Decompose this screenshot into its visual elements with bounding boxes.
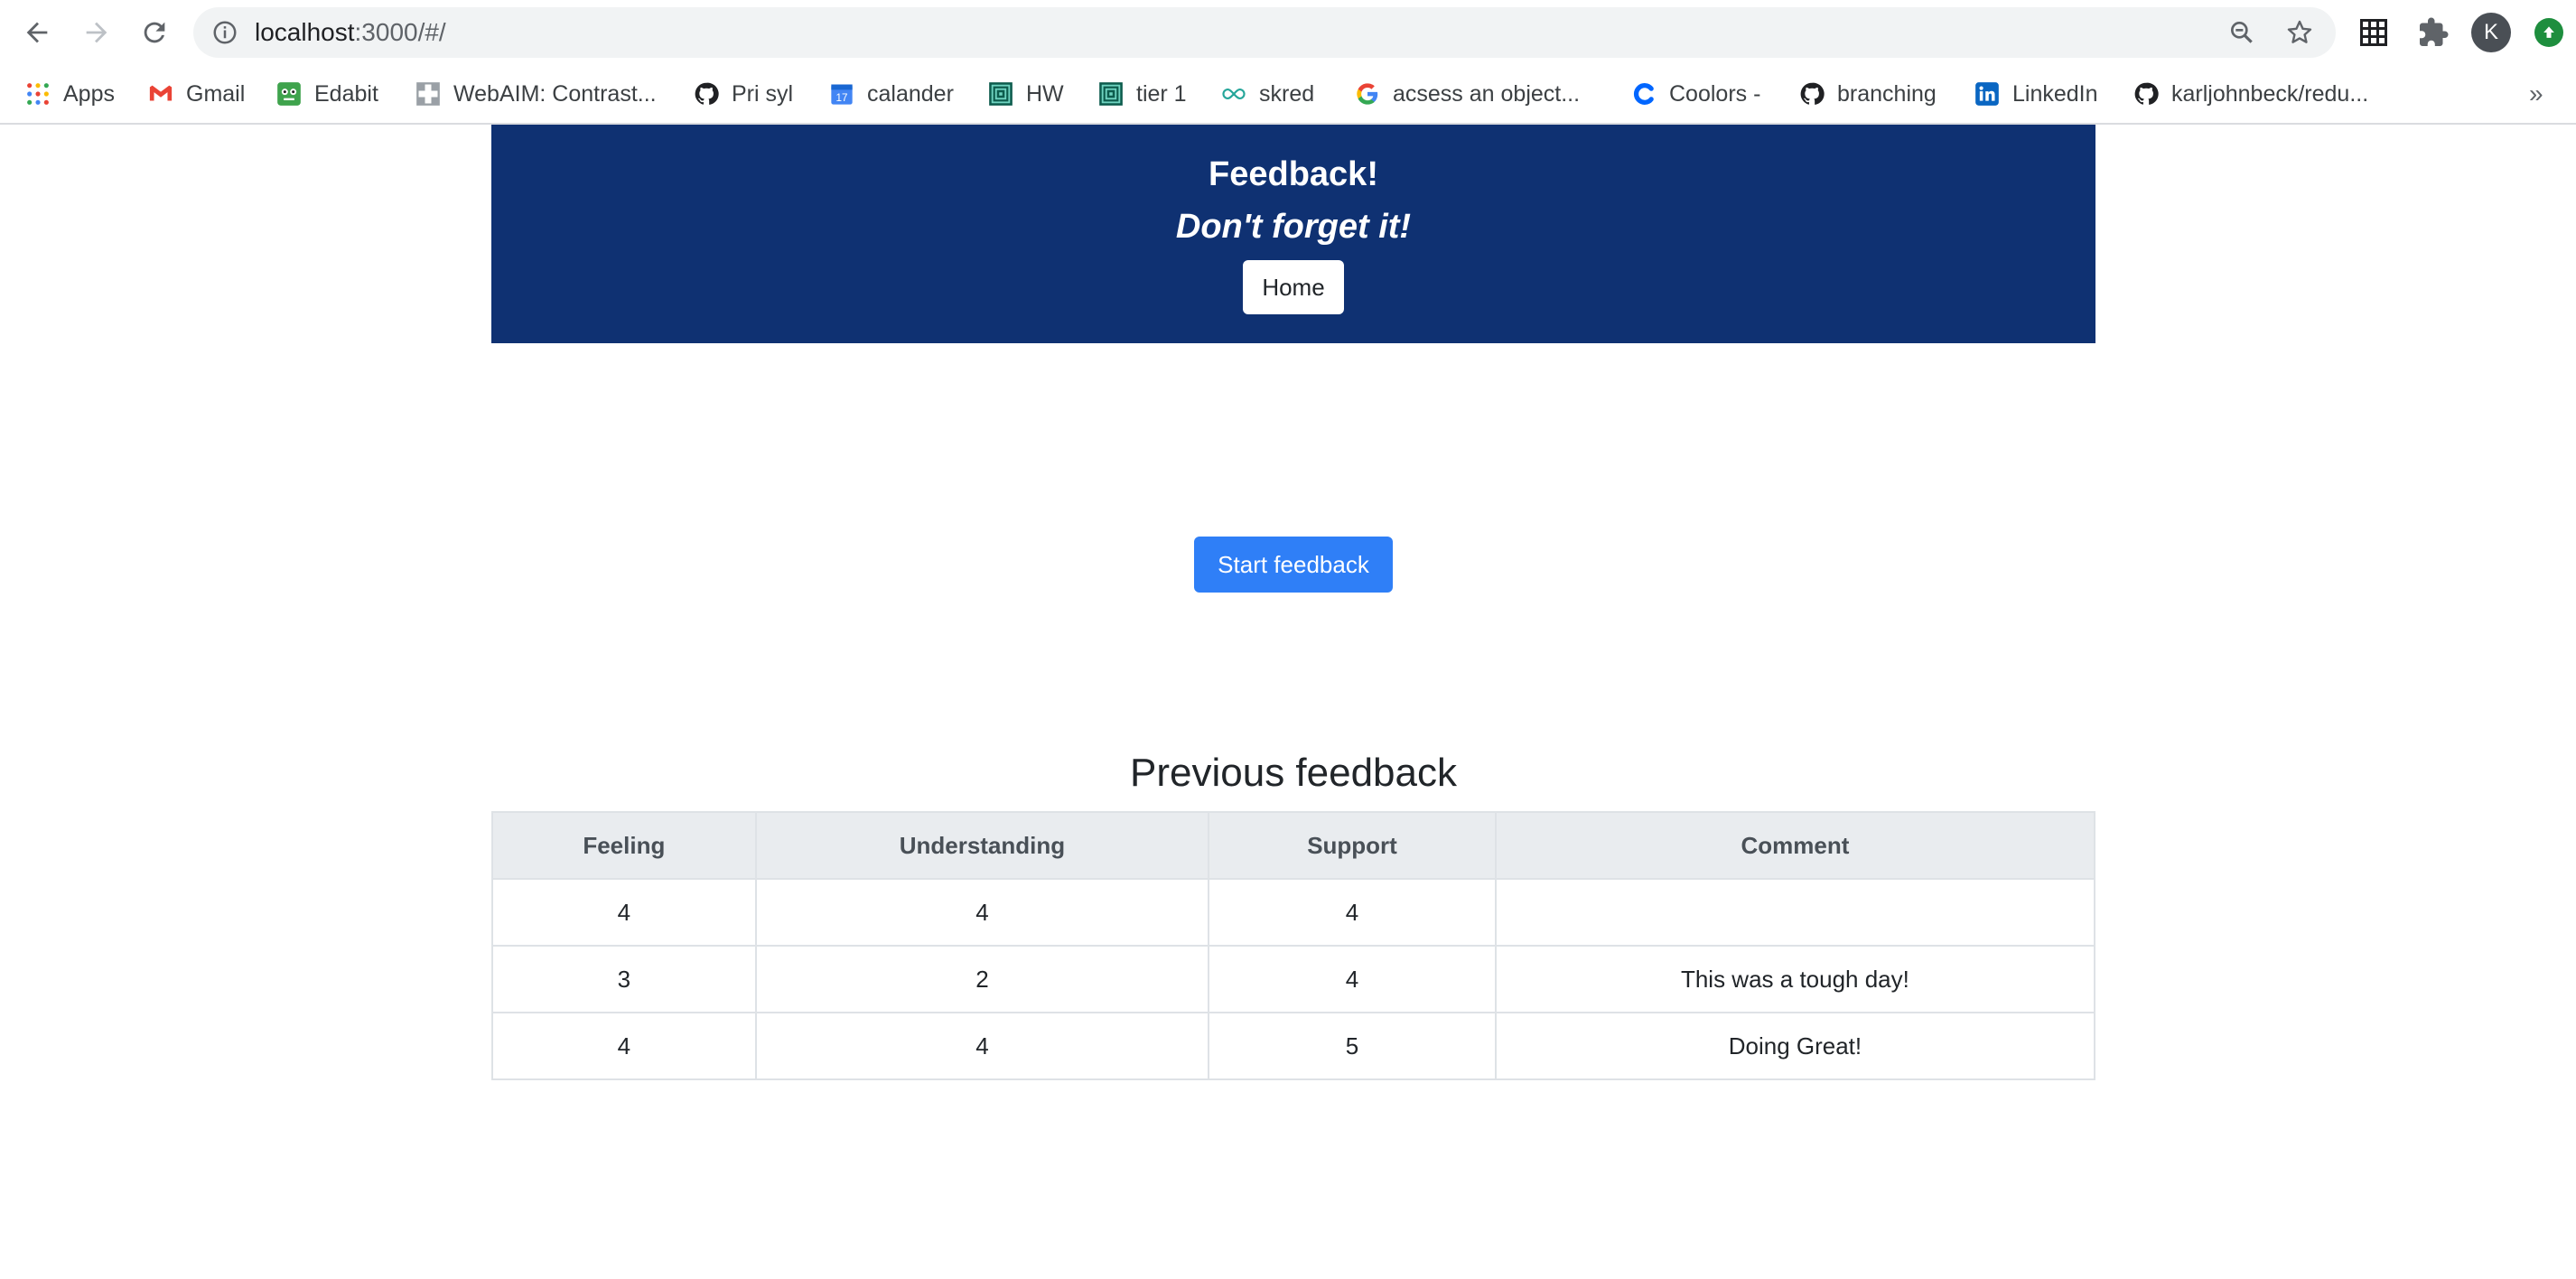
- browser-toolbar: localhost:3000/#/ K: [0, 0, 2576, 65]
- app-title: Feedback!: [1209, 155, 1378, 193]
- calendar-day: 17: [836, 92, 848, 104]
- bookmark-hw[interactable]: HW: [988, 74, 1064, 114]
- cell-comment: [1494, 878, 2096, 947]
- puzzle-extensions-icon[interactable]: [2417, 16, 2450, 49]
- bookmark-calander[interactable]: 17 calander: [829, 74, 954, 114]
- bookmark-label: HW: [1026, 80, 1064, 107]
- bookmarks-overflow-button[interactable]: »: [2529, 74, 2543, 114]
- table-row: 3 2 4 This was a tough day!: [491, 945, 2096, 1013]
- apps-grid-icon: [25, 81, 51, 107]
- bookmark-label: Gmail: [186, 80, 246, 107]
- cell-feeling: 3: [491, 945, 757, 1013]
- column-header-support: Support: [1208, 811, 1497, 880]
- profile-avatar[interactable]: K: [2471, 13, 2511, 52]
- bookmark-edabit[interactable]: Edabit: [276, 74, 378, 114]
- update-arrow-icon[interactable]: [2534, 18, 2563, 47]
- reload-icon: [144, 22, 165, 43]
- page-content: Feedback! Don't forget it! Home Start fe…: [0, 125, 2576, 1279]
- bookmark-label: Coolors -: [1669, 80, 1761, 107]
- bookmark-skred[interactable]: skred: [1221, 74, 1314, 114]
- bookmark-pri-syl[interactable]: Pri syl: [694, 74, 793, 114]
- bookmark-label: WebAIM: Contrast...: [453, 80, 657, 107]
- url-text[interactable]: localhost:3000/#/: [255, 7, 446, 58]
- bookmark-webaim[interactable]: WebAIM: Contrast...: [415, 74, 657, 114]
- cell-understanding: 4: [754, 878, 1210, 947]
- start-feedback-button[interactable]: Start feedback: [1194, 537, 1393, 593]
- forward-button[interactable]: [76, 12, 117, 53]
- linkedin-icon: [1974, 81, 2000, 107]
- github-icon: [1799, 81, 1825, 107]
- coolors-icon: [1631, 81, 1657, 107]
- zoom-icon[interactable]: [2227, 18, 2256, 47]
- bookmark-label: tier 1: [1136, 80, 1187, 107]
- maze-icon: [1098, 81, 1124, 107]
- cell-support: 4: [1208, 945, 1497, 1013]
- google-icon: [1355, 81, 1380, 107]
- column-header-understanding: Understanding: [754, 811, 1210, 880]
- previous-feedback-heading: Previous feedback: [1130, 751, 1457, 795]
- bookmark-tier-1[interactable]: tier 1: [1098, 74, 1187, 114]
- bookmark-label: skred: [1259, 80, 1315, 107]
- star-bookmark-icon[interactable]: [2285, 18, 2314, 47]
- webaim-icon: [415, 81, 441, 107]
- table-header-row: Feeling Understanding Support Comment: [491, 811, 2096, 880]
- bookmark-label: acsess an object...: [1393, 80, 1581, 107]
- bookmark-gmail[interactable]: Gmail: [148, 74, 245, 114]
- column-header-comment: Comment: [1494, 811, 2096, 880]
- info-icon[interactable]: [211, 19, 238, 46]
- bookmark-karljohnbeck[interactable]: karljohnbeck/redu...: [2133, 74, 2368, 114]
- cell-comment: This was a tough day!: [1494, 945, 2096, 1013]
- app-subtitle: Don't forget it!: [1175, 208, 1412, 246]
- bookmark-linkedin[interactable]: LinkedIn: [1974, 74, 2098, 114]
- bookmark-label: branching: [1837, 80, 1937, 107]
- bookmark-label: calander: [867, 80, 954, 107]
- back-button[interactable]: [16, 12, 58, 53]
- sheets-extension-icon[interactable]: [2357, 16, 2390, 49]
- cell-support: 5: [1208, 1012, 1497, 1080]
- bookmark-label: Pri syl: [732, 80, 794, 107]
- bookmark-branching[interactable]: branching: [1799, 74, 1937, 114]
- github-icon: [694, 81, 719, 107]
- address-bar[interactable]: localhost:3000/#/: [193, 7, 2336, 58]
- maze-icon: [988, 81, 1013, 107]
- cell-feeling: 4: [491, 878, 757, 947]
- cell-understanding: 4: [754, 1012, 1210, 1080]
- arrow-left-icon: [26, 22, 48, 43]
- cell-comment: Doing Great!: [1494, 1012, 2096, 1080]
- bookmark-label: LinkedIn: [2012, 80, 2098, 107]
- reload-button[interactable]: [134, 12, 175, 53]
- bookmark-label: karljohnbeck/redu...: [2171, 80, 2369, 107]
- bookmark-apps[interactable]: Apps: [25, 74, 115, 114]
- bookmark-acsess-an-object[interactable]: acsess an object...: [1355, 74, 1580, 114]
- cell-support: 4: [1208, 878, 1497, 947]
- url-host: localhost: [255, 18, 355, 46]
- url-path: :3000/#/: [354, 18, 446, 46]
- table-row: 4 4 5 Doing Great!: [491, 1012, 2096, 1080]
- bookmarks-bar: Apps Gmail Edabit WebAIM: Contrast... Pr…: [0, 65, 2576, 125]
- calendar-icon: 17: [829, 81, 854, 107]
- gmail-icon: [148, 81, 173, 107]
- bookmark-label: Edabit: [314, 80, 378, 107]
- column-header-feeling: Feeling: [491, 811, 757, 880]
- edabit-icon: [276, 81, 302, 107]
- cell-feeling: 4: [491, 1012, 757, 1080]
- feedback-table: Feeling Understanding Support Comment 4 …: [491, 811, 2096, 1080]
- home-button[interactable]: Home: [1243, 260, 1344, 314]
- table-row: 4 4 4: [491, 878, 2096, 947]
- bookmark-coolors[interactable]: Coolors -: [1631, 74, 1760, 114]
- app-header: Feedback! Don't forget it! Home: [491, 125, 2095, 343]
- cell-understanding: 2: [754, 945, 1210, 1013]
- infinity-icon: [1221, 81, 1246, 107]
- bookmark-label: Apps: [63, 80, 115, 107]
- arrow-right-icon: [86, 22, 107, 43]
- github-icon: [2133, 81, 2159, 107]
